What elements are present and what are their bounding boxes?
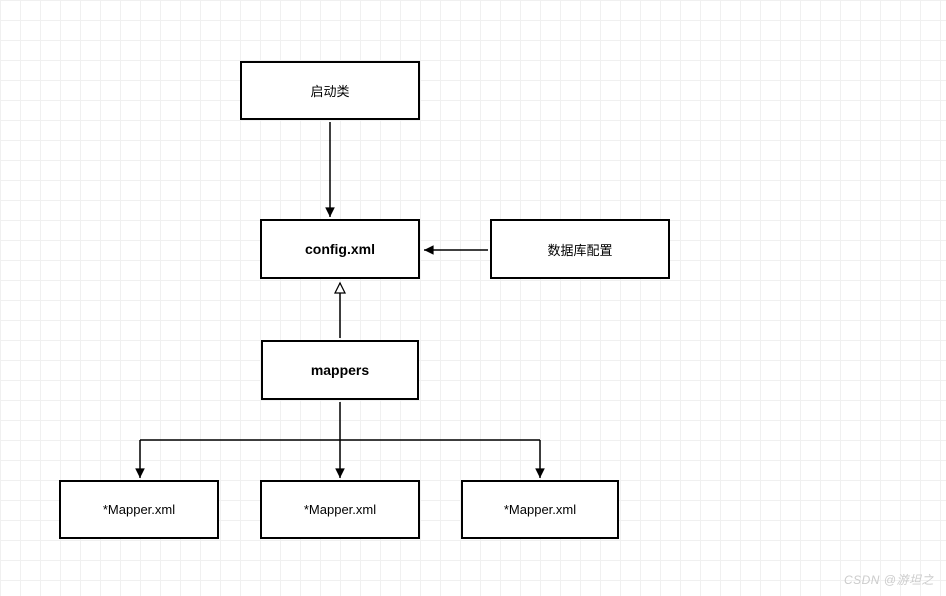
mapper3-label: *Mapper.xml [504,502,576,517]
mappers-box: mappers [261,340,419,400]
startup-box: 启动类 [240,61,420,120]
config-box: config.xml [260,219,420,279]
mapper1-box: *Mapper.xml [59,480,219,539]
dbconfig-label: 数据库配置 [547,240,612,259]
mapper3-box: *Mapper.xml [461,480,619,539]
dbconfig-box: 数据库配置 [490,219,670,279]
mapper2-label: *Mapper.xml [304,502,376,517]
startup-label: 启动类 [310,81,349,100]
watermark: CSDN @游坦之 [844,571,934,588]
mappers-label: mappers [311,362,369,378]
config-label: config.xml [305,241,375,257]
mapper2-box: *Mapper.xml [260,480,420,539]
mapper1-label: *Mapper.xml [103,502,175,517]
